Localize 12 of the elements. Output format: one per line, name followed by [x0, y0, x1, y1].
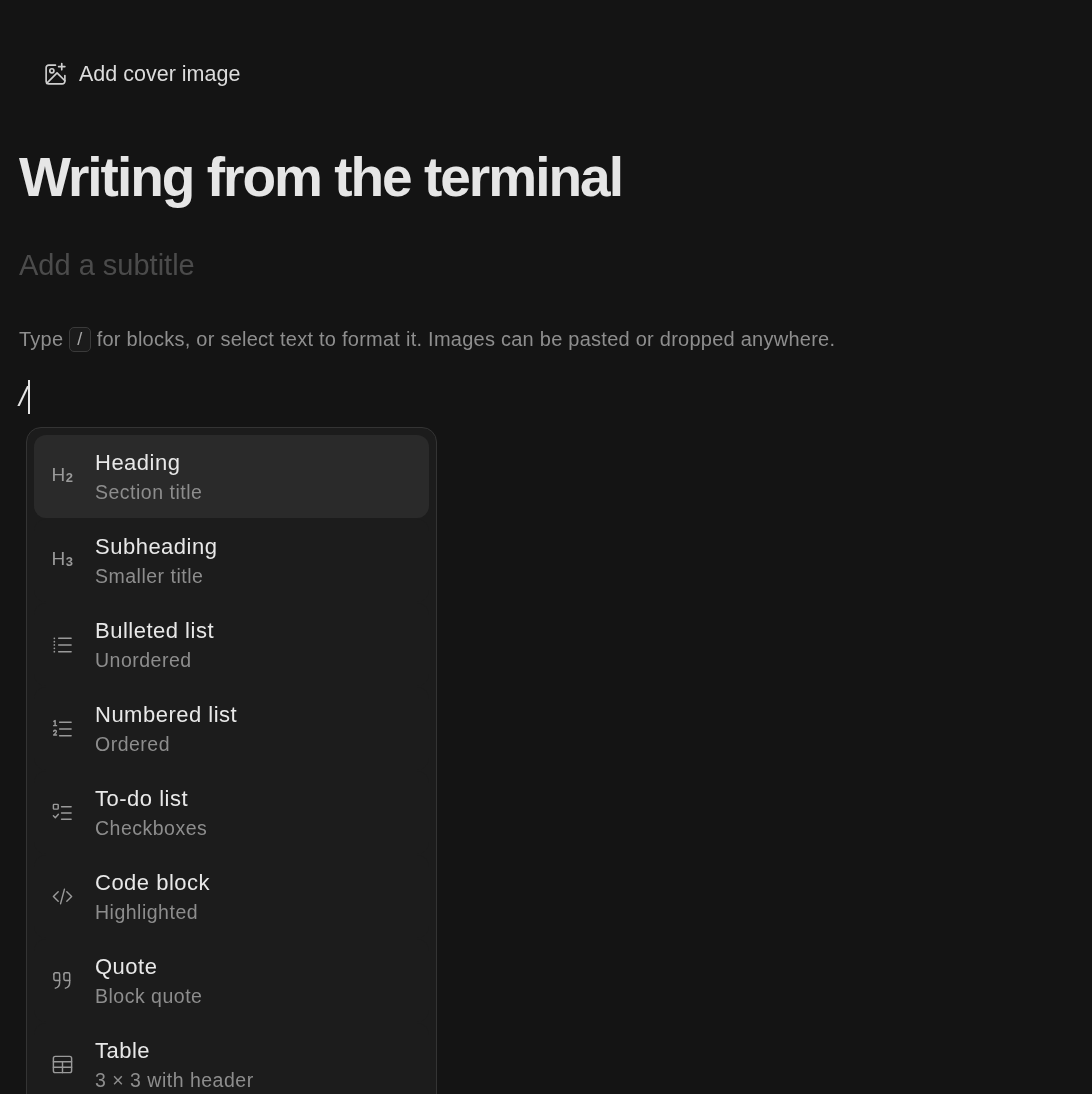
heading-level-icon: H$_{3}$	[51, 548, 74, 573]
key-hint: /	[69, 327, 91, 352]
text-cursor-icon	[27, 380, 30, 414]
image-plus-icon	[43, 62, 68, 87]
add-cover-image-button[interactable]: Add cover image	[43, 58, 241, 91]
hint-text: for blocks, or select text to format it. Images can be pasted or dropped anywhere.	[96, 328, 836, 351]
hint-text: Type	[19, 328, 64, 351]
menu-item[interactable]: H$_{2}$ Heading Section title	[34, 435, 429, 518]
table-icon	[51, 1053, 74, 1076]
typed-text: /	[19, 380, 27, 414]
document-title: Writing from the terminal	[19, 145, 622, 210]
heading-level-icon: H$_{2}$	[51, 464, 74, 489]
